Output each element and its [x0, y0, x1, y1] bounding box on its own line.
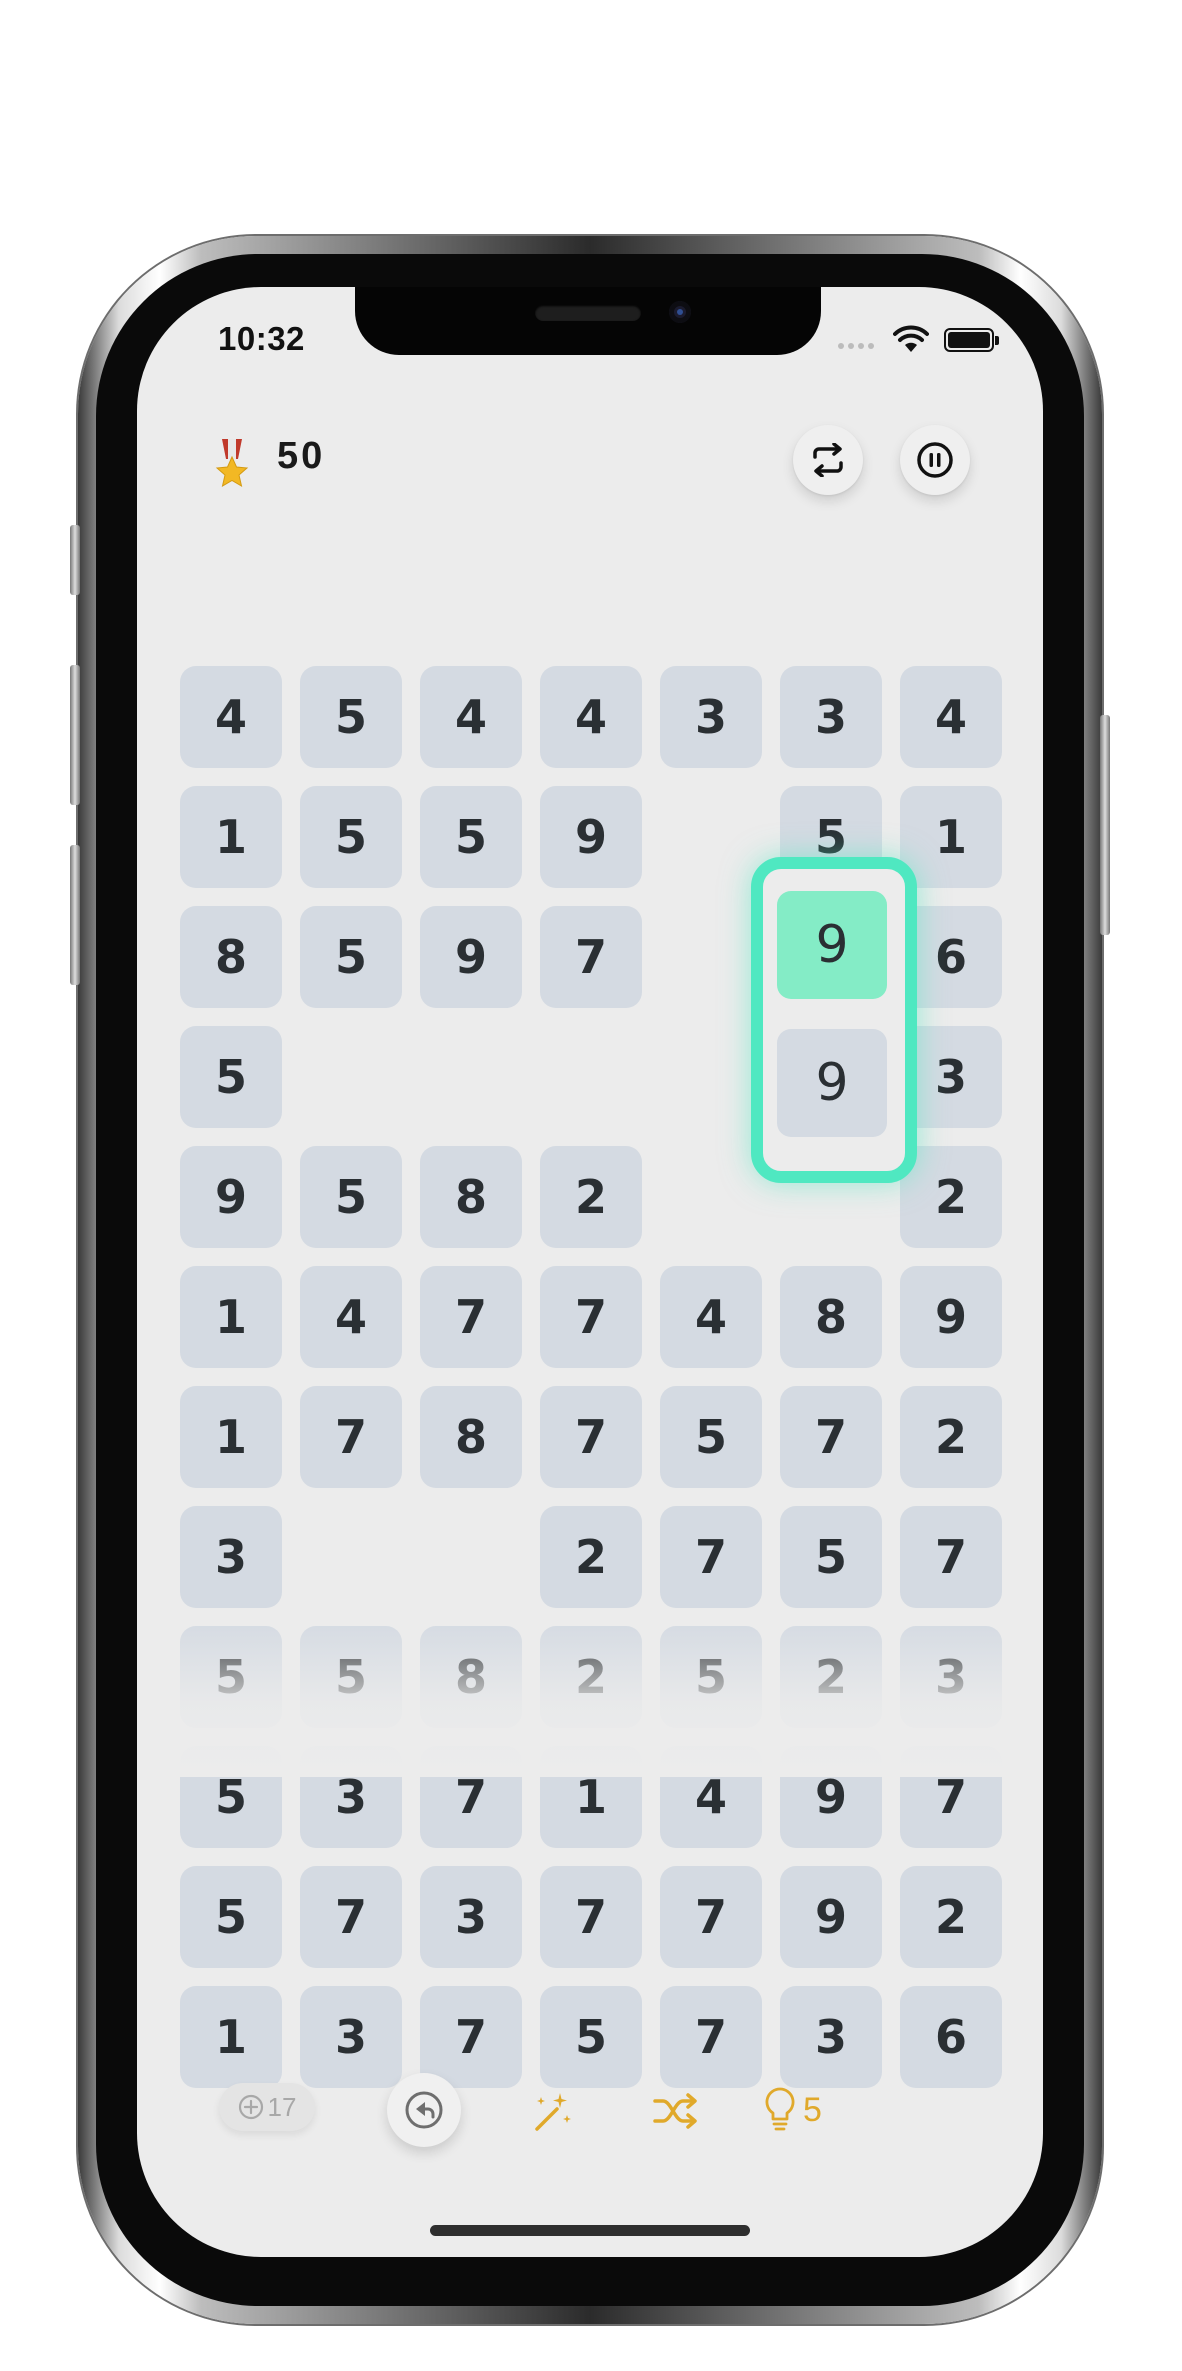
undo-button[interactable]: [387, 2073, 461, 2147]
cellular-signal-icon: [838, 343, 876, 351]
hint-button[interactable]: 5: [765, 2085, 822, 2135]
tile[interactable]: 1: [180, 1986, 282, 2088]
tile[interactable]: 8: [420, 1146, 522, 1248]
tile[interactable]: 7: [540, 906, 642, 1008]
tile[interactable]: 7: [540, 1386, 642, 1488]
tile[interactable]: 5: [660, 1386, 762, 1488]
wifi-icon: [893, 325, 929, 352]
tile[interactable]: 5: [180, 1026, 282, 1128]
tile[interactable]: 3: [780, 666, 882, 768]
undo-icon: [405, 2091, 443, 2129]
tile[interactable]: 8: [180, 906, 282, 1008]
plus-circle-icon: [238, 2094, 263, 2120]
volume-up-button: [70, 665, 80, 805]
tile[interactable]: 1: [180, 786, 282, 888]
score-value: 50: [277, 435, 326, 477]
tile[interactable]: 5: [540, 1986, 642, 2088]
tile[interactable]: 3: [300, 1986, 402, 2088]
tile[interactable]: 4: [180, 666, 282, 768]
tile[interactable]: 5: [300, 666, 402, 768]
board-fade-overlay: [137, 1617, 1043, 1777]
tile[interactable]: 8: [780, 1266, 882, 1368]
magic-wand-button[interactable]: [525, 2087, 577, 2135]
tile[interactable]: 1: [180, 1266, 282, 1368]
tile[interactable]: 9: [420, 906, 522, 1008]
front-camera-icon: [669, 301, 691, 323]
tile[interactable]: 4: [420, 666, 522, 768]
tile[interactable]: 3: [780, 1986, 882, 2088]
tile[interactable]: 1: [900, 786, 1002, 888]
lightbulb-icon: [765, 2087, 795, 2131]
tile[interactable]: 9: [780, 1866, 882, 1968]
match-highlight: 9 9: [751, 857, 917, 1183]
pause-icon: [917, 442, 953, 478]
tile[interactable]: 7: [300, 1386, 402, 1488]
tile[interactable]: 9: [900, 1266, 1002, 1368]
tile[interactable]: 2: [540, 1146, 642, 1248]
tile[interactable]: 8: [420, 1386, 522, 1488]
add-rows-count: 17: [267, 2091, 297, 2122]
magic-wand-icon: [535, 2093, 571, 2131]
tile[interactable]: 7: [300, 1866, 402, 1968]
tile[interactable]: 9: [180, 1146, 282, 1248]
tile[interactable]: 7: [420, 1266, 522, 1368]
tile[interactable]: 2: [900, 1866, 1002, 1968]
medal-icon: [215, 439, 249, 488]
selected-tile[interactable]: 9: [777, 891, 887, 999]
tile[interactable]: 4: [300, 1266, 402, 1368]
swap-button[interactable]: [793, 425, 863, 495]
tile[interactable]: 2: [900, 1386, 1002, 1488]
earpiece-speaker: [535, 305, 641, 321]
tile[interactable]: 4: [660, 1266, 762, 1368]
repeat-icon: [813, 443, 843, 477]
tile[interactable]: 7: [900, 1506, 1002, 1608]
pause-button[interactable]: [900, 425, 970, 495]
tile[interactable]: 9: [540, 786, 642, 888]
tile[interactable]: 7: [660, 1866, 762, 1968]
tile[interactable]: 7: [660, 1986, 762, 2088]
shuffle-button[interactable]: [650, 2087, 702, 2135]
battery-icon: [944, 328, 999, 352]
power-button: [1100, 715, 1110, 935]
tile[interactable]: 7: [660, 1506, 762, 1608]
tile[interactable]: 7: [540, 1266, 642, 1368]
tile[interactable]: 5: [300, 906, 402, 1008]
tile[interactable]: 3: [420, 1866, 522, 1968]
tile[interactable]: 3: [180, 1506, 282, 1608]
tile[interactable]: 3: [660, 666, 762, 768]
tile[interactable]: 5: [420, 786, 522, 888]
shuffle-icon: [653, 2093, 697, 2129]
notch: [355, 287, 821, 355]
screen: 10:32 50 4544334155951859765395822147748…: [137, 287, 1043, 2257]
mute-switch: [70, 525, 80, 595]
tile[interactable]: 4: [900, 666, 1002, 768]
tile[interactable]: 1: [180, 1386, 282, 1488]
tile[interactable]: 2: [540, 1506, 642, 1608]
paired-tile[interactable]: 9: [777, 1029, 887, 1137]
tile[interactable]: 7: [540, 1866, 642, 1968]
add-rows-button[interactable]: 17: [219, 2083, 315, 2131]
tile[interactable]: 5: [300, 786, 402, 888]
volume-down-button: [70, 845, 80, 985]
tile[interactable]: 5: [180, 1866, 282, 1968]
tile[interactable]: 7: [780, 1386, 882, 1488]
tile[interactable]: 6: [900, 1986, 1002, 2088]
tile[interactable]: 4: [540, 666, 642, 768]
tile[interactable]: 5: [300, 1146, 402, 1248]
hint-count: 5: [803, 2090, 822, 2129]
tile[interactable]: 5: [780, 1506, 882, 1608]
tile[interactable]: 7: [420, 1986, 522, 2088]
home-indicator[interactable]: [430, 2225, 750, 2236]
status-time: 10:32: [218, 320, 305, 357]
